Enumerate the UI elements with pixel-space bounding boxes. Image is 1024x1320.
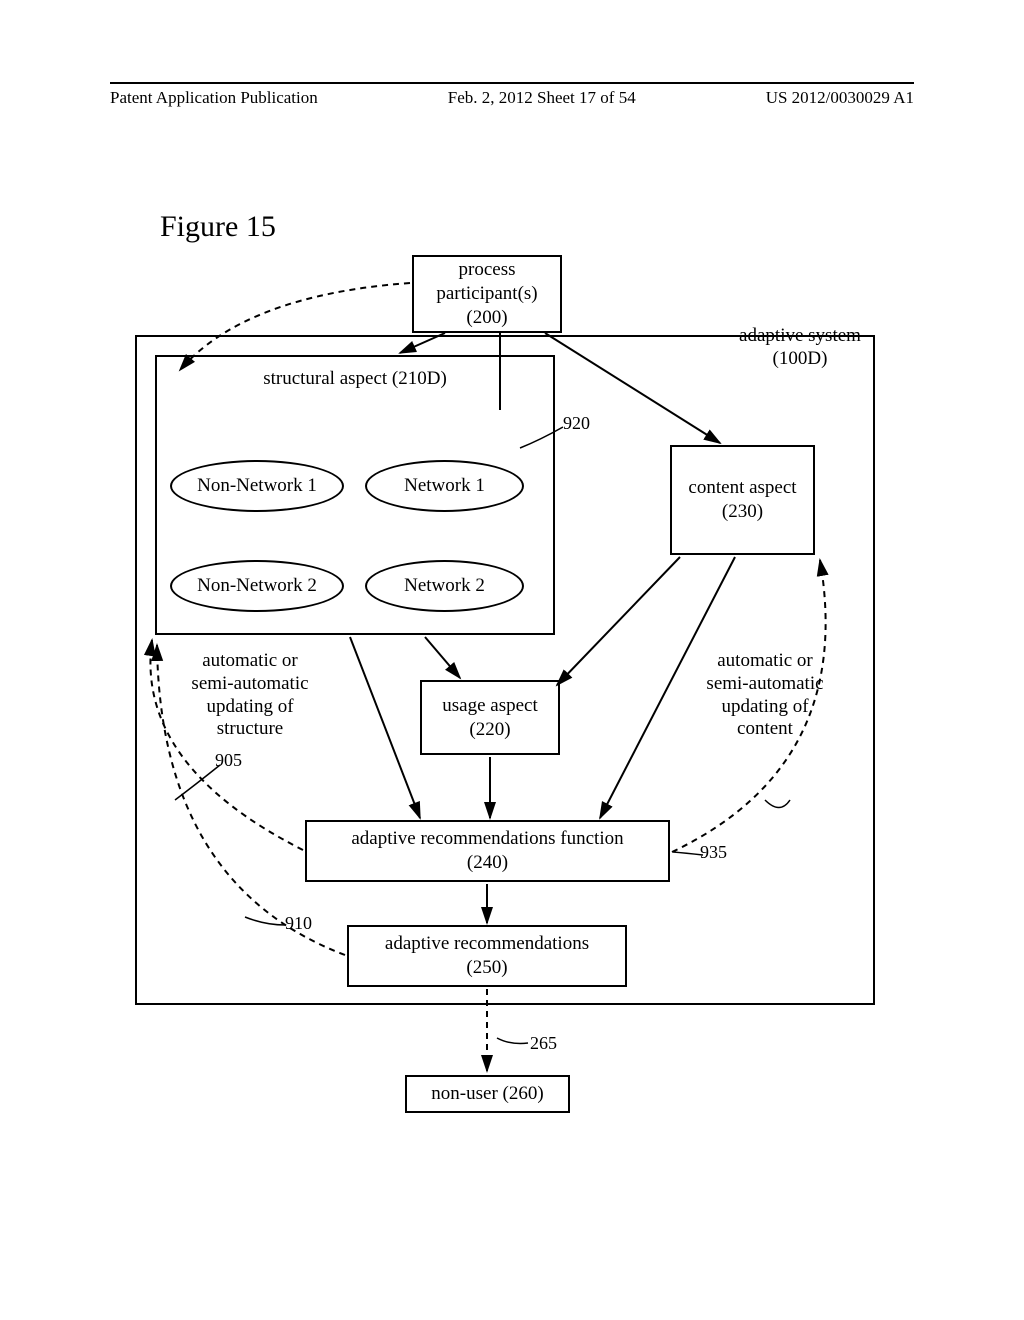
update-structure-label: automatic or semi-automatic updating of …	[180, 650, 320, 741]
header-left: Patent Application Publication	[110, 88, 318, 108]
adaptive-recommendations-box: adaptive recommendations (250)	[347, 925, 627, 987]
diagram: adaptive system (100D) process participa…	[125, 245, 885, 1145]
adaptive-rec-function-box: adaptive recommendations function (240)	[305, 820, 670, 882]
network-1-ellipse: Network 1	[365, 460, 524, 512]
content-aspect-box: content aspect (230)	[670, 445, 815, 555]
header-center: Feb. 2, 2012 Sheet 17 of 54	[448, 88, 636, 108]
page-header: Patent Application Publication Feb. 2, 2…	[110, 82, 914, 108]
label-920: 920	[563, 413, 590, 434]
usage-aspect-box: usage aspect (220)	[420, 680, 560, 755]
non-network-2-ellipse: Non-Network 2	[170, 560, 344, 612]
adaptive-system-label: adaptive system (100D)	[720, 325, 880, 371]
label-935: 935	[700, 842, 727, 863]
process-participants-box: process participant(s) (200)	[412, 255, 562, 333]
label-910: 910	[285, 913, 312, 934]
label-905: 905	[215, 750, 242, 771]
header-right: US 2012/0030029 A1	[766, 88, 914, 108]
non-user-box: non-user (260)	[405, 1075, 570, 1113]
figure-title: Figure 15	[160, 210, 276, 244]
label-265: 265	[530, 1033, 557, 1054]
non-network-1-ellipse: Non-Network 1	[170, 460, 344, 512]
network-2-ellipse: Network 2	[365, 560, 524, 612]
update-content-label: automatic or semi-automatic updating of …	[695, 650, 835, 741]
